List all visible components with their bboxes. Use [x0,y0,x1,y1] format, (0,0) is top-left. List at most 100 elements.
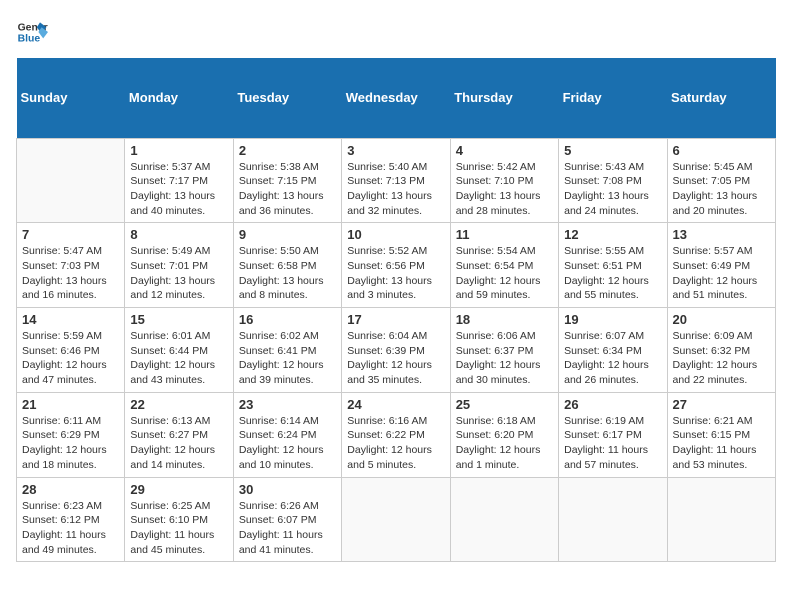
day-cell: 13 Sunrise: 5:57 AM Sunset: 6:49 PM Dayli… [667,223,775,308]
day-info: Sunrise: 5:37 AM Sunset: 7:17 PM Dayligh… [130,160,227,219]
day-info: Sunrise: 6:18 AM Sunset: 6:20 PM Dayligh… [456,414,553,473]
day-info: Sunrise: 6:06 AM Sunset: 6:37 PM Dayligh… [456,329,553,388]
day-cell: 17 Sunrise: 6:04 AM Sunset: 6:39 PM Dayli… [342,308,450,393]
day-cell: 7 Sunrise: 5:47 AM Sunset: 7:03 PM Daylig… [17,223,125,308]
day-number: 3 [347,143,444,158]
day-info: Sunrise: 6:16 AM Sunset: 6:22 PM Dayligh… [347,414,444,473]
day-number: 1 [130,143,227,158]
day-number: 24 [347,397,444,412]
day-number: 8 [130,227,227,242]
day-cell: 26Sunrise: 6:19 AM Sunset: 6:17 PM Dayli… [559,392,667,477]
week-row-1: 1 Sunrise: 5:37 AM Sunset: 7:17 PM Daylig… [17,138,776,223]
day-number: 7 [22,227,119,242]
day-cell: 11 Sunrise: 5:54 AM Sunset: 6:54 PM Dayli… [450,223,558,308]
day-info: Sunrise: 5:45 AM Sunset: 7:05 PM Dayligh… [673,160,770,219]
day-cell [667,477,775,562]
day-info: Sunrise: 6:09 AM Sunset: 6:32 PM Dayligh… [673,329,770,388]
day-cell: 30Sunrise: 6:26 AM Sunset: 6:07 PM Dayli… [233,477,341,562]
day-number: 14 [22,312,119,327]
day-number: 28 [22,482,119,497]
day-number: 5 [564,143,661,158]
day-info: Sunrise: 6:01 AM Sunset: 6:44 PM Dayligh… [130,329,227,388]
day-number: 15 [130,312,227,327]
week-row-4: 21 Sunrise: 6:11 AM Sunset: 6:29 PM Dayli… [17,392,776,477]
day-cell [450,477,558,562]
day-number: 27 [673,397,770,412]
day-number: 6 [673,143,770,158]
day-cell: 6 Sunrise: 5:45 AM Sunset: 7:05 PM Daylig… [667,138,775,223]
day-info: Sunrise: 6:25 AM Sunset: 6:10 PM Dayligh… [130,499,227,558]
day-cell [17,138,125,223]
day-cell [342,477,450,562]
day-number: 2 [239,143,336,158]
day-info: Sunrise: 6:23 AM Sunset: 6:12 PM Dayligh… [22,499,119,558]
day-cell: 4Sunrise: 5:42 AM Sunset: 7:10 PM Daylig… [450,138,558,223]
calendar: SundayMondayTuesdayWednesdayThursdayFrid… [16,58,776,562]
header: General Blue [16,16,776,48]
day-header-saturday: Saturday [667,58,775,138]
day-info: Sunrise: 6:21 AM Sunset: 6:15 PM Dayligh… [673,414,770,473]
day-info: Sunrise: 5:42 AM Sunset: 7:10 PM Dayligh… [456,160,553,219]
day-header-friday: Friday [559,58,667,138]
day-cell: 16 Sunrise: 6:02 AM Sunset: 6:41 PM Dayli… [233,308,341,393]
day-info: Sunrise: 5:40 AM Sunset: 7:13 PM Dayligh… [347,160,444,219]
day-number: 17 [347,312,444,327]
day-info: Sunrise: 5:38 AM Sunset: 7:15 PM Dayligh… [239,160,336,219]
day-info: Sunrise: 5:57 AM Sunset: 6:49 PM Dayligh… [673,244,770,303]
svg-text:Blue: Blue [18,34,41,45]
day-header-sunday: Sunday [17,58,125,138]
day-number: 9 [239,227,336,242]
week-row-2: 7 Sunrise: 5:47 AM Sunset: 7:03 PM Daylig… [17,223,776,308]
day-cell: 9 Sunrise: 5:50 AM Sunset: 6:58 PM Daylig… [233,223,341,308]
day-cell: 15 Sunrise: 6:01 AM Sunset: 6:44 PM Dayli… [125,308,233,393]
calendar-header-row: SundayMondayTuesdayWednesdayThursdayFrid… [17,58,776,138]
day-cell: 1 Sunrise: 5:37 AM Sunset: 7:17 PM Daylig… [125,138,233,223]
day-info: Sunrise: 6:07 AM Sunset: 6:34 PM Dayligh… [564,329,661,388]
day-cell [559,477,667,562]
day-number: 11 [456,227,553,242]
day-cell: 25 Sunrise: 6:18 AM Sunset: 6:20 PM Dayli… [450,392,558,477]
day-number: 26 [564,397,661,412]
day-info: Sunrise: 5:52 AM Sunset: 6:56 PM Dayligh… [347,244,444,303]
day-number: 13 [673,227,770,242]
day-info: Sunrise: 5:50 AM Sunset: 6:58 PM Dayligh… [239,244,336,303]
day-number: 20 [673,312,770,327]
day-cell: 8Sunrise: 5:49 AM Sunset: 7:01 PM Daylig… [125,223,233,308]
day-info: Sunrise: 6:02 AM Sunset: 6:41 PM Dayligh… [239,329,336,388]
day-cell: 3 Sunrise: 5:40 AM Sunset: 7:13 PM Daylig… [342,138,450,223]
day-number: 18 [456,312,553,327]
day-number: 21 [22,397,119,412]
day-cell: 5Sunrise: 5:43 AM Sunset: 7:08 PM Daylig… [559,138,667,223]
day-cell: 21 Sunrise: 6:11 AM Sunset: 6:29 PM Dayli… [17,392,125,477]
day-number: 19 [564,312,661,327]
day-number: 25 [456,397,553,412]
day-cell: 29 Sunrise: 6:25 AM Sunset: 6:10 PM Dayli… [125,477,233,562]
day-info: Sunrise: 5:55 AM Sunset: 6:51 PM Dayligh… [564,244,661,303]
day-header-wednesday: Wednesday [342,58,450,138]
day-cell: 14 Sunrise: 5:59 AM Sunset: 6:46 PM Dayli… [17,308,125,393]
day-cell: 20 Sunrise: 6:09 AM Sunset: 6:32 PM Dayli… [667,308,775,393]
day-cell: 24 Sunrise: 6:16 AM Sunset: 6:22 PM Dayli… [342,392,450,477]
day-number: 23 [239,397,336,412]
day-info: Sunrise: 6:04 AM Sunset: 6:39 PM Dayligh… [347,329,444,388]
day-cell: 10Sunrise: 5:52 AM Sunset: 6:56 PM Dayli… [342,223,450,308]
day-info: Sunrise: 5:59 AM Sunset: 6:46 PM Dayligh… [22,329,119,388]
logo: General Blue [16,16,52,48]
day-number: 22 [130,397,227,412]
day-cell: 2 Sunrise: 5:38 AM Sunset: 7:15 PM Daylig… [233,138,341,223]
day-info: Sunrise: 5:47 AM Sunset: 7:03 PM Dayligh… [22,244,119,303]
day-cell: 19 Sunrise: 6:07 AM Sunset: 6:34 PM Dayli… [559,308,667,393]
day-number: 16 [239,312,336,327]
day-cell: 18 Sunrise: 6:06 AM Sunset: 6:37 PM Dayli… [450,308,558,393]
day-header-monday: Monday [125,58,233,138]
day-cell: 22Sunrise: 6:13 AM Sunset: 6:27 PM Dayli… [125,392,233,477]
day-cell: 28 Sunrise: 6:23 AM Sunset: 6:12 PM Dayli… [17,477,125,562]
day-info: Sunrise: 5:54 AM Sunset: 6:54 PM Dayligh… [456,244,553,303]
day-cell: 12Sunrise: 5:55 AM Sunset: 6:51 PM Dayli… [559,223,667,308]
day-header-tuesday: Tuesday [233,58,341,138]
day-info: Sunrise: 6:14 AM Sunset: 6:24 PM Dayligh… [239,414,336,473]
day-number: 29 [130,482,227,497]
day-header-thursday: Thursday [450,58,558,138]
day-info: Sunrise: 6:11 AM Sunset: 6:29 PM Dayligh… [22,414,119,473]
day-cell: 27 Sunrise: 6:21 AM Sunset: 6:15 PM Dayli… [667,392,775,477]
